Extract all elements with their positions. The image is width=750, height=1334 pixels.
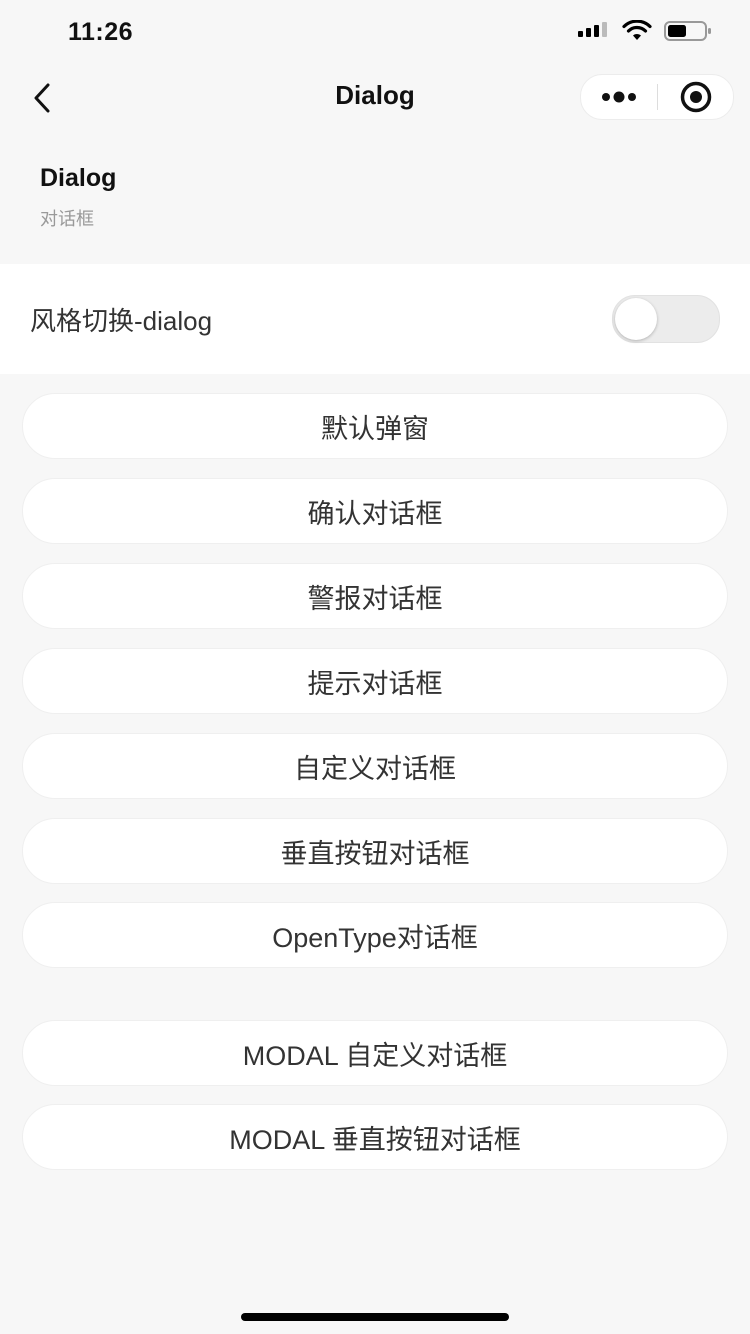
page-header: Dialog 对话框	[40, 164, 116, 231]
navigation-bar: Dialog	[0, 64, 750, 130]
wifi-icon	[622, 20, 652, 40]
prompt-dialog-button[interactable]: 提示对话框	[22, 648, 728, 714]
capsule-menu	[580, 74, 734, 120]
modal-custom-dialog-button[interactable]: MODAL 自定义对话框	[22, 1020, 728, 1086]
status-time: 11:26	[68, 18, 134, 46]
page-title: Dialog	[40, 164, 117, 192]
signal-icon	[578, 22, 607, 37]
modal-vertical-dialog-button[interactable]: MODAL 垂直按钮对话框	[22, 1104, 728, 1170]
style-switch-label: 风格切换-dialog	[30, 305, 213, 336]
target-close-icon	[680, 81, 711, 113]
vertical-buttons-dialog-button[interactable]: 垂直按钮对话框	[22, 818, 728, 884]
custom-dialog-button[interactable]: 自定义对话框	[22, 733, 728, 799]
battery-icon	[664, 21, 711, 41]
status-icons	[578, 20, 712, 42]
page-subtitle: 对话框	[40, 209, 94, 229]
close-miniprogram-button[interactable]	[658, 75, 733, 119]
default-dialog-button[interactable]: 默认弹窗	[22, 393, 728, 459]
opentype-dialog-button[interactable]: OpenType对话框	[22, 902, 728, 968]
toggle-knob	[615, 298, 657, 340]
style-switch-row: 风格切换-dialog	[0, 264, 750, 374]
home-indicator	[241, 1313, 509, 1321]
style-toggle-switch[interactable]	[612, 295, 720, 343]
status-bar: 11:26	[0, 0, 750, 64]
more-button[interactable]	[581, 75, 657, 119]
confirm-dialog-button[interactable]: 确认对话框	[22, 478, 728, 544]
more-dots-icon	[602, 91, 636, 103]
alert-dialog-button[interactable]: 警报对话框	[22, 563, 728, 629]
